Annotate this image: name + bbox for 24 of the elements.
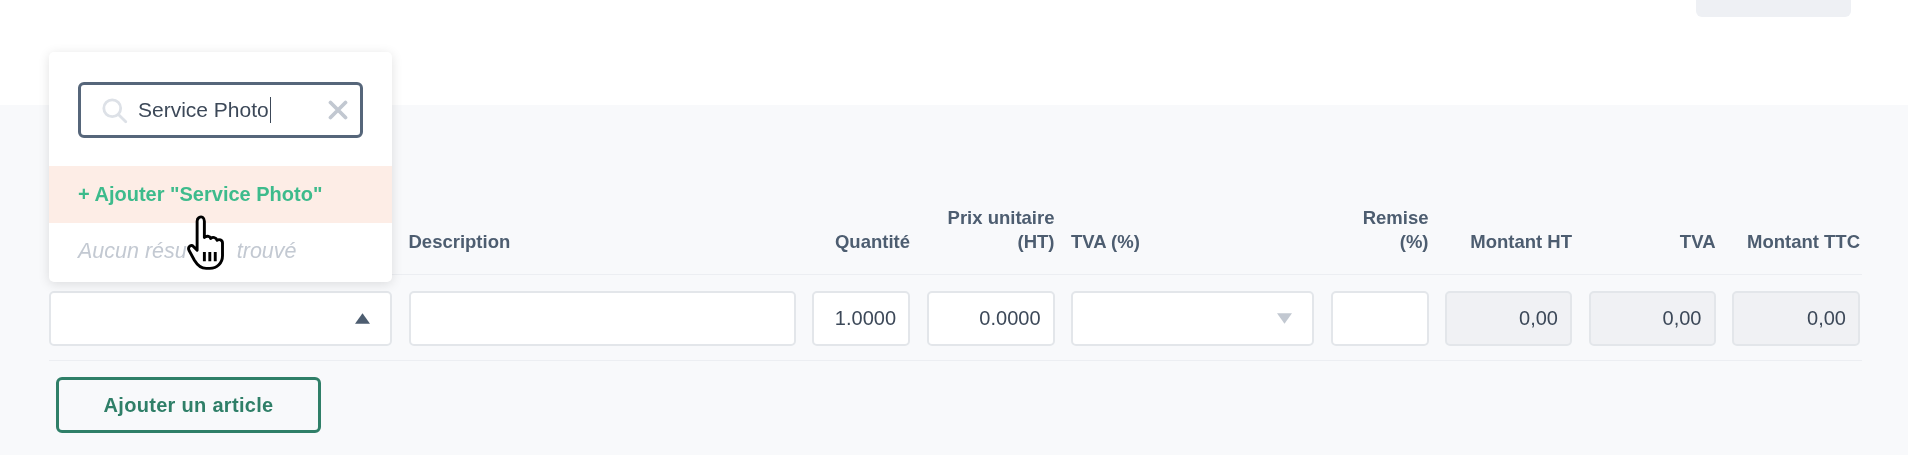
close-icon[interactable] bbox=[328, 100, 348, 120]
input-field[interactable]: 0.0000 bbox=[926, 291, 1055, 346]
no-results-message: Aucun résu bbox=[78, 239, 187, 264]
column-header: TVA bbox=[1678, 230, 1716, 254]
input-field[interactable] bbox=[408, 291, 796, 346]
input-field[interactable]: 1.0000 bbox=[812, 291, 910, 346]
amount-field: 0,00 bbox=[1588, 291, 1716, 346]
column-header: Quantité bbox=[833, 230, 910, 254]
search-icon bbox=[101, 96, 128, 124]
column-header: Remise (%) bbox=[1361, 206, 1429, 254]
input-field[interactable] bbox=[1330, 291, 1429, 346]
search-field[interactable]: Service Photo bbox=[78, 82, 363, 138]
search-text: Service Photo bbox=[138, 98, 269, 122]
select-field[interactable] bbox=[1071, 291, 1314, 346]
column-header: TVA (%) bbox=[1071, 230, 1141, 254]
column-header: Montant TTC bbox=[1745, 230, 1860, 254]
amount-field: 0,00 bbox=[1732, 291, 1860, 346]
select-field[interactable] bbox=[49, 291, 392, 346]
column-header: Description bbox=[408, 230, 512, 254]
add-article-button[interactable]: Ajouter un article bbox=[56, 377, 321, 433]
amount-field: 0,00 bbox=[1445, 291, 1572, 346]
column-header: Prix unitaire (HT) bbox=[946, 206, 1055, 254]
column-header: Montant HT bbox=[1469, 230, 1572, 254]
no-results-message: trouvé bbox=[236, 239, 297, 264]
